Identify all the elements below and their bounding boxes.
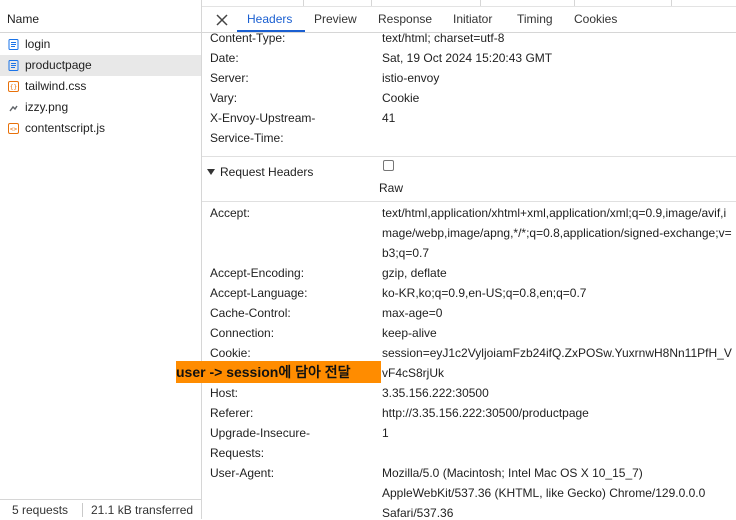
document-icon — [8, 39, 19, 50]
header-value: gzip, deflate — [382, 266, 447, 280]
request-count: 5 requests — [12, 503, 69, 517]
header-value: 1 — [382, 426, 389, 440]
header-value: session=eyJ1c2VyljoiamFzb24ifQ.ZxPOSw.Yu… — [382, 346, 732, 380]
header-value: text/html,application/xhtml+xml,applicat… — [382, 206, 732, 260]
document-icon — [8, 60, 19, 71]
stylesheet-icon: {} — [8, 81, 19, 92]
header-name: X-Envoy-Upstream- Service-Time: — [210, 111, 316, 145]
header-row: Content-Type: text/html; charset=utf-8 — [210, 28, 736, 48]
header-value: 3.35.156.222:30500 — [382, 386, 489, 400]
header-value: istio-envoy — [382, 71, 440, 85]
status-footer: 5 requests 21.1 kB transferred — [0, 499, 201, 519]
header-name: Connection: — [210, 326, 275, 340]
panel-divider[interactable] — [201, 0, 202, 519]
request-item-tailwind-css[interactable]: {} tailwind.css — [0, 76, 201, 97]
header-name: User-Agent: — [210, 466, 275, 480]
close-icon[interactable] — [215, 13, 229, 27]
header-value: Mozilla/5.0 (Macintosh; Intel Mac OS X 1… — [382, 466, 706, 519]
header-name: Host: — [210, 386, 239, 400]
strip-divider — [303, 0, 304, 6]
header-name: Accept: — [210, 206, 251, 220]
raw-label: Raw — [379, 181, 404, 195]
header-value: Cookie — [382, 91, 420, 105]
header-row: User-Agent: Mozilla/5.0 (Macintosh; Inte… — [210, 463, 736, 519]
section-divider — [202, 201, 736, 202]
header-name: Upgrade-Insecure- Requests: — [210, 426, 311, 460]
request-item-contentscript-js[interactable]: <> contentscript.js — [0, 118, 201, 139]
request-label: contentscript.js — [25, 121, 106, 135]
header-name: Content-Type: — [210, 31, 286, 45]
strip-divider — [574, 0, 575, 6]
footer-divider — [82, 503, 83, 517]
transferred-size: 21.1 kB transferred — [91, 503, 194, 517]
section-divider — [202, 156, 736, 157]
section-title-label: Request Headers — [220, 165, 314, 179]
svg-text:<>: <> — [10, 126, 18, 133]
request-label: izzy.png — [25, 100, 69, 114]
header-name: Date: — [210, 51, 239, 65]
strip-divider — [371, 0, 372, 6]
header-name: Accept-Language: — [210, 286, 308, 300]
request-item-login[interactable]: login — [0, 34, 201, 55]
request-item-productpage[interactable]: productpage — [0, 55, 201, 76]
header-value: 41 — [382, 111, 396, 125]
header-value: keep-alive — [382, 326, 437, 340]
strip-divider — [671, 0, 672, 6]
svg-text:{}: {} — [10, 84, 17, 91]
header-value: http://3.35.156.222:30500/productpage — [382, 406, 589, 420]
header-name: Cookie: — [210, 346, 251, 360]
header-value: Sat, 19 Oct 2024 15:20:43 GMT — [382, 51, 553, 65]
request-label: login — [25, 37, 51, 51]
header-name: Cache-Control: — [210, 306, 291, 320]
request-headers-section-toggle[interactable]: Request Headers — [207, 162, 313, 182]
strip-divider — [480, 0, 481, 6]
request-list-panel: Name login productpage {} tailwind.css i… — [0, 0, 201, 519]
header-name: Accept-Encoding: — [210, 266, 305, 280]
name-column-header[interactable]: Name — [0, 7, 201, 33]
header-value: max-age=0 — [382, 306, 443, 320]
triangle-down-icon — [207, 169, 215, 175]
script-icon: <> — [8, 123, 19, 134]
annotation-label: user -> session에 담아 전달 — [176, 361, 381, 383]
request-item-izzy-png[interactable]: izzy.png — [0, 97, 201, 118]
header-name: Referer: — [210, 406, 254, 420]
header-value: text/html; charset=utf-8 — [382, 31, 505, 45]
request-label: productpage — [25, 58, 92, 72]
header-value: ko-KR,ko;q=0.9,en-US;q=0.8,en;q=0.7 — [382, 286, 587, 300]
raw-checkbox[interactable] — [383, 160, 394, 171]
request-label: tailwind.css — [25, 79, 87, 93]
header-name: Vary: — [210, 91, 238, 105]
image-icon — [9, 105, 18, 112]
header-name: Server: — [210, 71, 249, 85]
